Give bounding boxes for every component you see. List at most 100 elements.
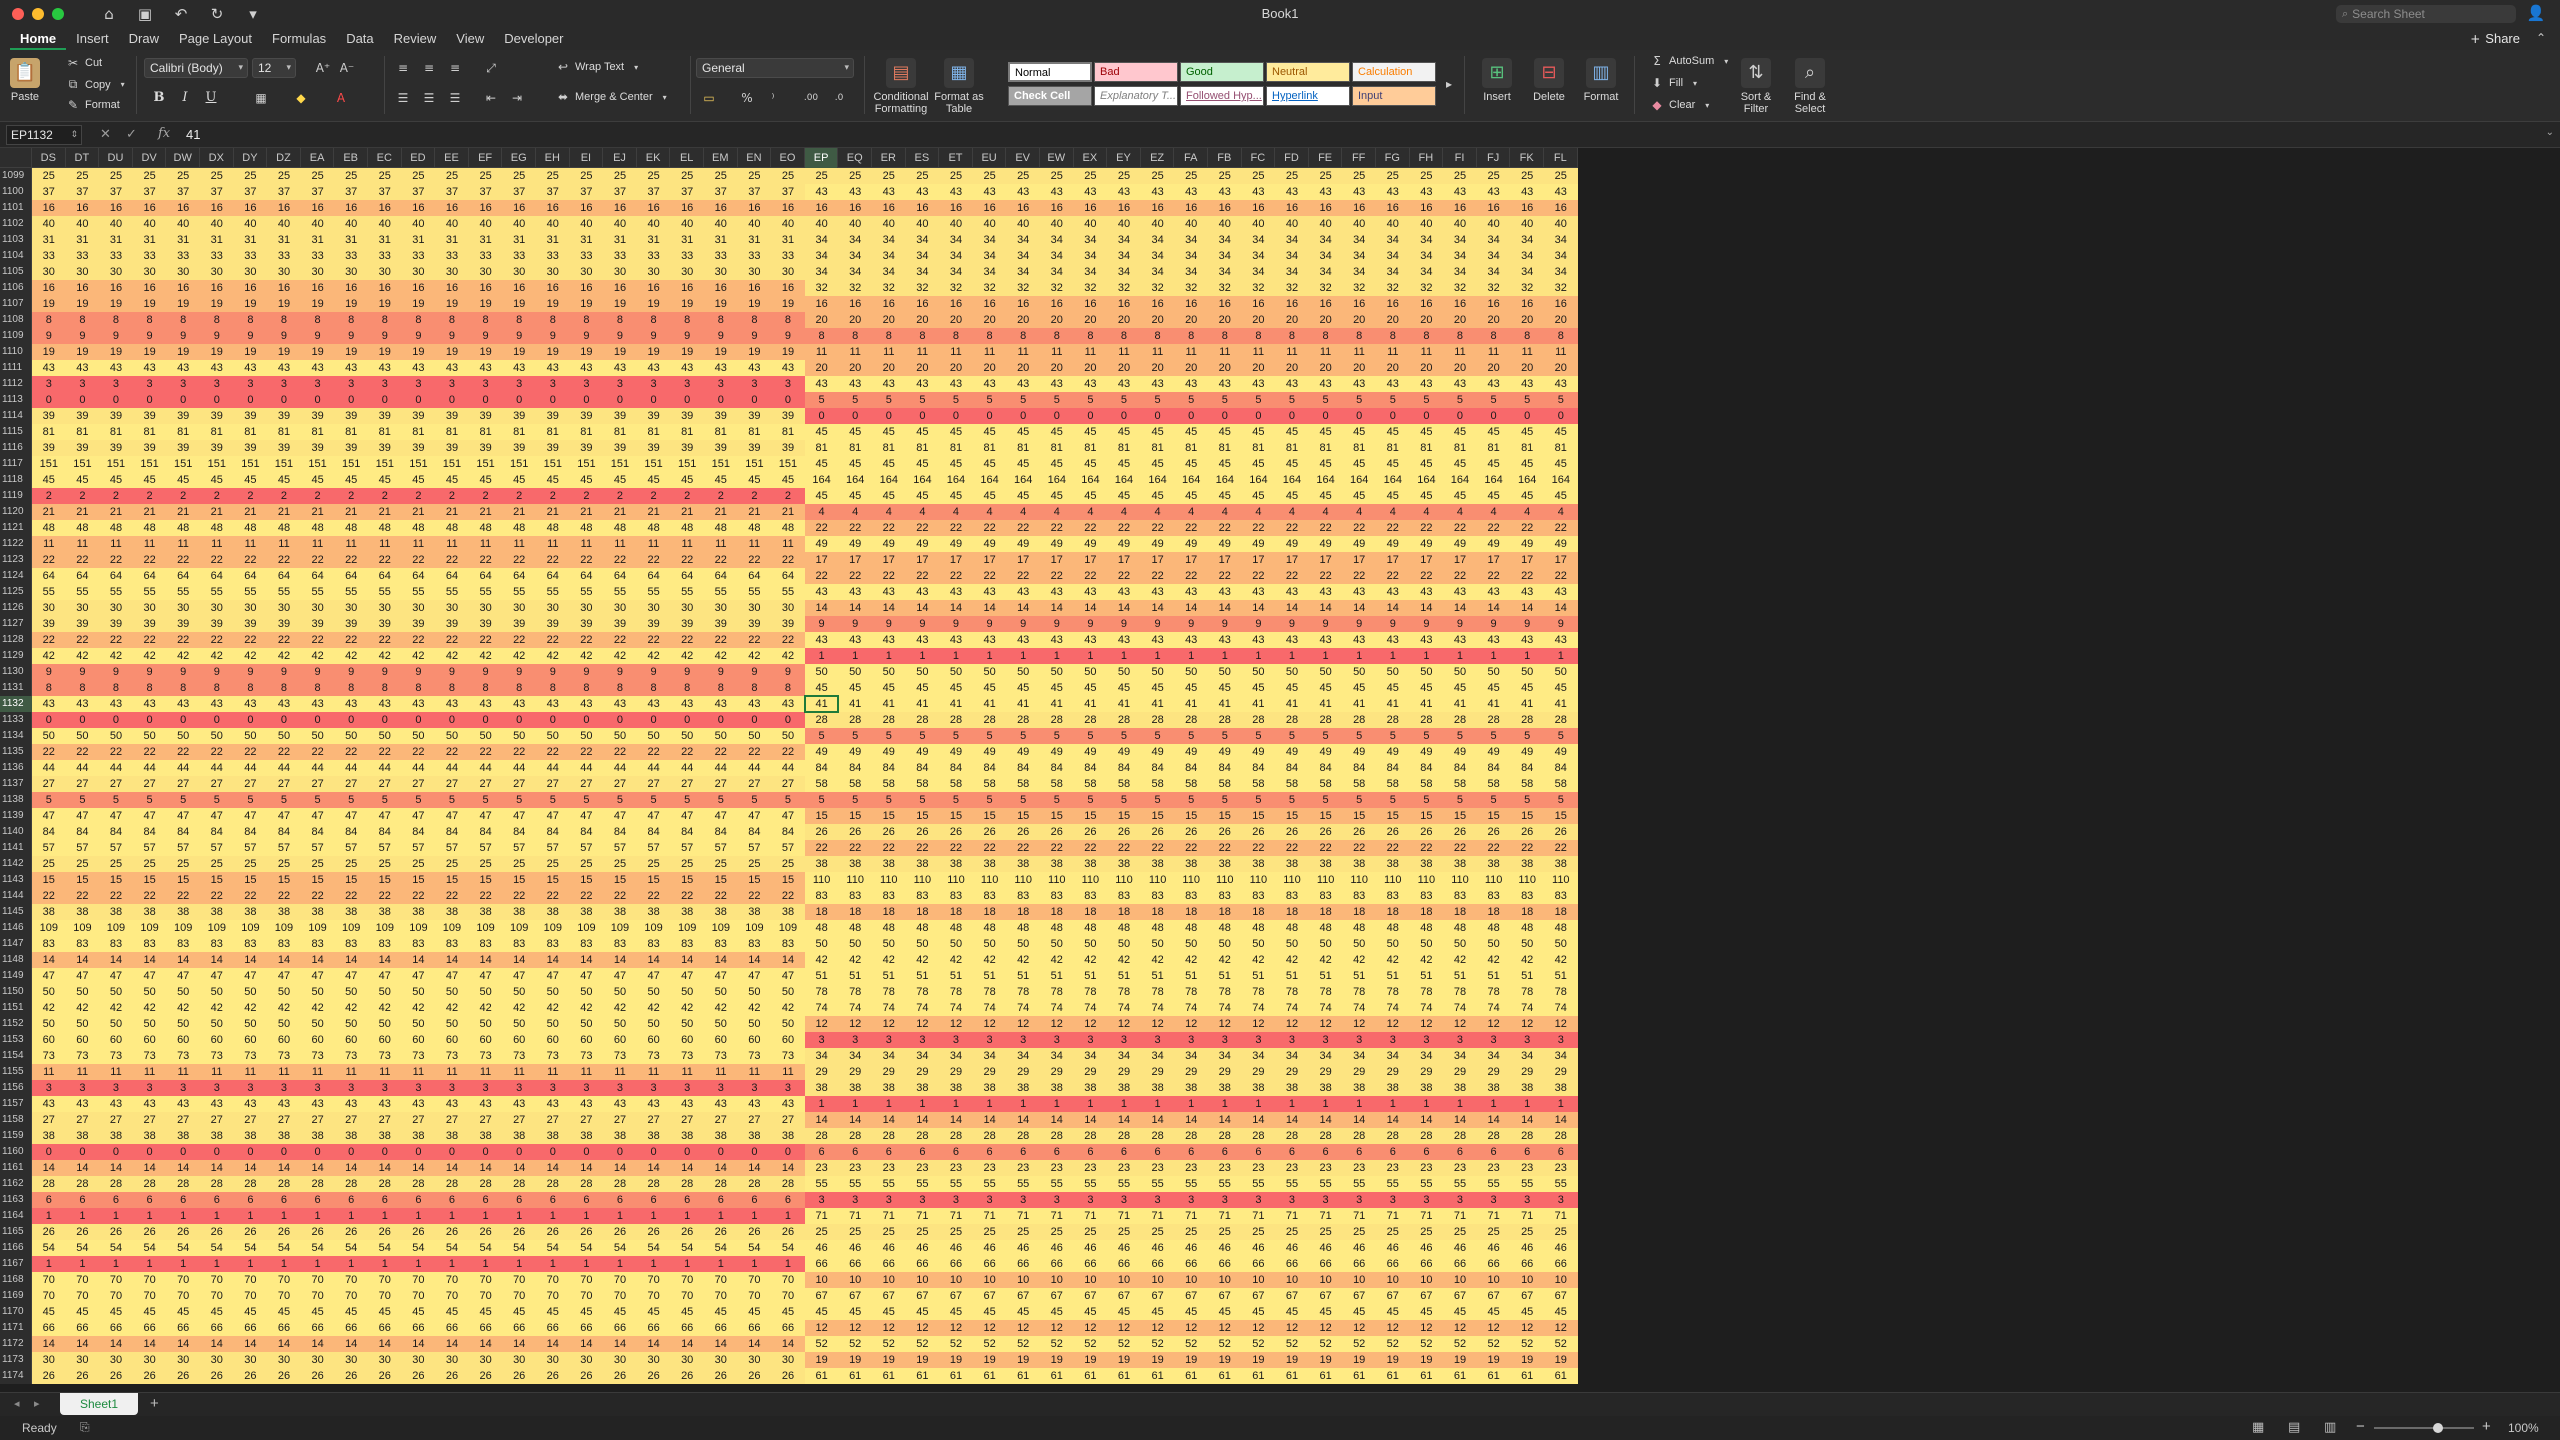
cell[interactable]: 43 bbox=[1510, 584, 1544, 600]
cell[interactable]: 67 bbox=[1275, 1288, 1309, 1304]
cell[interactable]: 50 bbox=[166, 1016, 200, 1032]
cell[interactable]: 47 bbox=[166, 808, 200, 824]
row-header[interactable]: 1164 bbox=[0, 1208, 32, 1224]
cell[interactable]: 11 bbox=[502, 536, 536, 552]
cell[interactable]: 66 bbox=[300, 1320, 335, 1336]
cell[interactable]: 47 bbox=[99, 968, 133, 984]
cell[interactable]: 45 bbox=[65, 472, 100, 488]
cell[interactable]: 73 bbox=[65, 1048, 100, 1064]
cell[interactable]: 1 bbox=[670, 1208, 704, 1224]
cell[interactable]: 39 bbox=[267, 408, 301, 424]
cell[interactable]: 16 bbox=[1040, 296, 1074, 312]
cell[interactable]: 20 bbox=[1342, 312, 1376, 328]
cell[interactable]: 3 bbox=[435, 376, 469, 392]
cell[interactable]: 14 bbox=[804, 1112, 839, 1128]
cell[interactable]: 12 bbox=[1443, 1016, 1477, 1032]
cell[interactable]: 46 bbox=[872, 1240, 906, 1256]
cell[interactable]: 70 bbox=[166, 1272, 200, 1288]
cell[interactable]: 19 bbox=[435, 344, 469, 360]
cell[interactable]: 41 bbox=[838, 696, 872, 712]
cell[interactable]: 8 bbox=[99, 312, 133, 328]
cell[interactable]: 28 bbox=[804, 1128, 839, 1144]
cell[interactable]: 3 bbox=[1409, 1032, 1444, 1048]
cell[interactable]: 50 bbox=[1174, 936, 1208, 952]
cell[interactable]: 45 bbox=[1544, 1304, 1578, 1320]
cell[interactable]: 23 bbox=[1140, 1160, 1175, 1176]
cell[interactable]: 78 bbox=[939, 984, 973, 1000]
cell[interactable]: 19 bbox=[636, 344, 671, 360]
cell[interactable]: 46 bbox=[1476, 1240, 1511, 1256]
cell[interactable]: 38 bbox=[704, 904, 738, 920]
cell[interactable]: 27 bbox=[569, 1112, 604, 1128]
cell[interactable]: 49 bbox=[1476, 536, 1511, 552]
cell[interactable]: 43 bbox=[1208, 184, 1242, 200]
cell[interactable]: 22 bbox=[1342, 520, 1376, 536]
cell[interactable]: 55 bbox=[972, 1176, 1007, 1192]
row-header[interactable]: 1144 bbox=[0, 888, 32, 904]
cell[interactable]: 78 bbox=[1376, 984, 1410, 1000]
cell[interactable]: 52 bbox=[1140, 1336, 1175, 1352]
cell[interactable]: 1 bbox=[1006, 1096, 1040, 1112]
cell[interactable]: 43 bbox=[435, 1096, 469, 1112]
cell[interactable]: 45 bbox=[1376, 456, 1410, 472]
cell[interactable]: 9 bbox=[1140, 616, 1175, 632]
cell[interactable]: 16 bbox=[569, 200, 604, 216]
cell[interactable]: 66 bbox=[1376, 1256, 1410, 1272]
cell[interactable]: 84 bbox=[1342, 760, 1376, 776]
cell[interactable]: 45 bbox=[401, 472, 436, 488]
cell[interactable]: 20 bbox=[1342, 360, 1376, 376]
cell[interactable]: 34 bbox=[1544, 232, 1578, 248]
cell[interactable]: 38 bbox=[1208, 856, 1242, 872]
cell[interactable]: 8 bbox=[670, 312, 704, 328]
cell[interactable]: 15 bbox=[1544, 808, 1578, 824]
cell[interactable]: 110 bbox=[1275, 872, 1309, 888]
cell[interactable]: 33 bbox=[737, 248, 772, 264]
cell[interactable]: 52 bbox=[1443, 1336, 1477, 1352]
cell[interactable]: 34 bbox=[939, 248, 973, 264]
cell[interactable]: 43 bbox=[905, 184, 940, 200]
cell[interactable]: 38 bbox=[771, 904, 805, 920]
cell[interactable]: 3 bbox=[972, 1032, 1007, 1048]
cell[interactable]: 22 bbox=[905, 840, 940, 856]
cell[interactable]: 17 bbox=[1040, 552, 1074, 568]
row-header[interactable]: 1160 bbox=[0, 1144, 32, 1160]
cell[interactable]: 28 bbox=[1174, 712, 1208, 728]
cell[interactable]: 26 bbox=[737, 1224, 772, 1240]
cell[interactable]: 22 bbox=[99, 632, 133, 648]
cell[interactable]: 3 bbox=[1510, 1192, 1544, 1208]
cell[interactable]: 11 bbox=[737, 1064, 772, 1080]
cell[interactable]: 0 bbox=[401, 712, 436, 728]
cell[interactable]: 48 bbox=[32, 520, 66, 536]
cell[interactable]: 45 bbox=[872, 424, 906, 440]
cell[interactable]: 40 bbox=[1308, 216, 1343, 232]
cell[interactable]: 43 bbox=[1208, 584, 1242, 600]
cell[interactable]: 40 bbox=[636, 216, 671, 232]
cell[interactable]: 14 bbox=[32, 1336, 66, 1352]
row-header[interactable]: 1169 bbox=[0, 1288, 32, 1304]
cell[interactable]: 50 bbox=[771, 984, 805, 1000]
cell[interactable]: 22 bbox=[300, 744, 335, 760]
cell[interactable]: 55 bbox=[1476, 1176, 1511, 1192]
cell[interactable]: 66 bbox=[804, 1256, 839, 1272]
cell[interactable]: 9 bbox=[1510, 616, 1544, 632]
cell[interactable]: 1 bbox=[1140, 1096, 1175, 1112]
cell[interactable]: 1 bbox=[569, 1256, 604, 1272]
cell[interactable]: 16 bbox=[771, 200, 805, 216]
cell[interactable]: 16 bbox=[200, 200, 234, 216]
cell[interactable]: 38 bbox=[569, 904, 604, 920]
cell[interactable]: 52 bbox=[1006, 1336, 1040, 1352]
cell[interactable]: 8 bbox=[1510, 328, 1544, 344]
cell[interactable]: 58 bbox=[1107, 776, 1141, 792]
cell[interactable]: 27 bbox=[737, 776, 772, 792]
cell[interactable]: 12 bbox=[939, 1320, 973, 1336]
cell[interactable]: 1 bbox=[939, 1096, 973, 1112]
cell[interactable]: 14 bbox=[636, 952, 671, 968]
cell[interactable]: 38 bbox=[536, 1128, 570, 1144]
cell[interactable]: 34 bbox=[1376, 264, 1410, 280]
cell[interactable]: 50 bbox=[65, 984, 100, 1000]
cell[interactable]: 78 bbox=[1208, 984, 1242, 1000]
cell[interactable]: 39 bbox=[233, 616, 268, 632]
cell[interactable]: 83 bbox=[670, 936, 704, 952]
cell[interactable]: 0 bbox=[939, 408, 973, 424]
cell[interactable]: 39 bbox=[200, 440, 234, 456]
